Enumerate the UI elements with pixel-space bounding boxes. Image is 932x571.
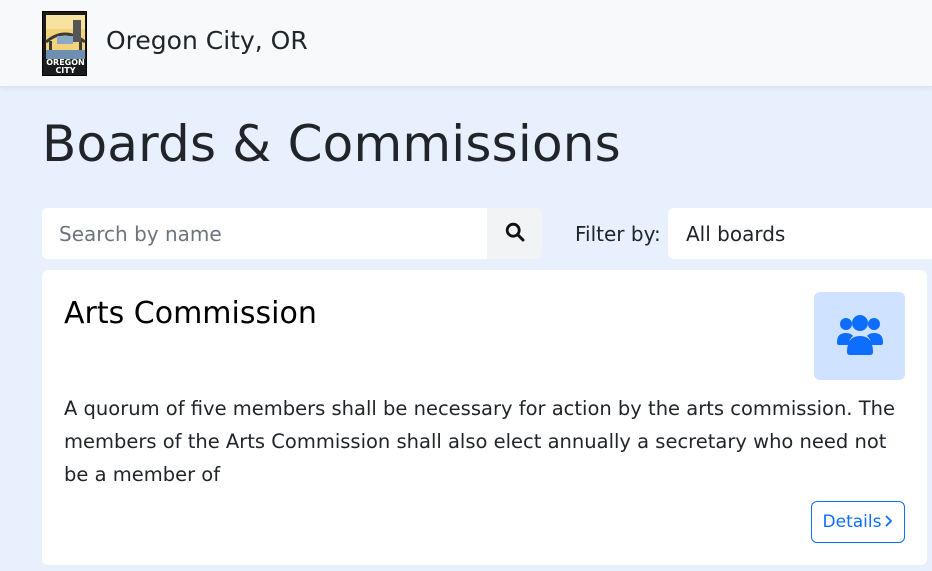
search-button[interactable]	[487, 208, 542, 259]
logo-text-line2: CITY	[55, 66, 76, 75]
search-icon	[505, 222, 525, 245]
board-description: A quorum of five members shall be necess…	[64, 397, 895, 486]
search-group	[42, 208, 542, 259]
users-icon	[836, 312, 884, 360]
filter-selected-value: All boards	[686, 221, 786, 246]
details-button[interactable]: Details	[811, 501, 905, 543]
city-logo[interactable]: OREGON CITY	[42, 11, 87, 76]
filter-label: Filter by:	[575, 222, 661, 246]
chevron-right-icon	[885, 512, 893, 532]
details-label: Details	[822, 512, 882, 532]
board-title: Arts Commission	[64, 296, 317, 331]
search-input[interactable]	[42, 208, 487, 259]
board-card: Arts Commission A quorum of five members…	[42, 270, 927, 565]
brand-name[interactable]: Oregon City, OR	[106, 24, 308, 58]
navbar: OREGON CITY Oregon City, OR	[0, 0, 932, 87]
filter-select[interactable]: All boards	[668, 208, 932, 259]
board-icon-box	[814, 292, 905, 380]
page-title: Boards & Commissions	[42, 115, 621, 173]
